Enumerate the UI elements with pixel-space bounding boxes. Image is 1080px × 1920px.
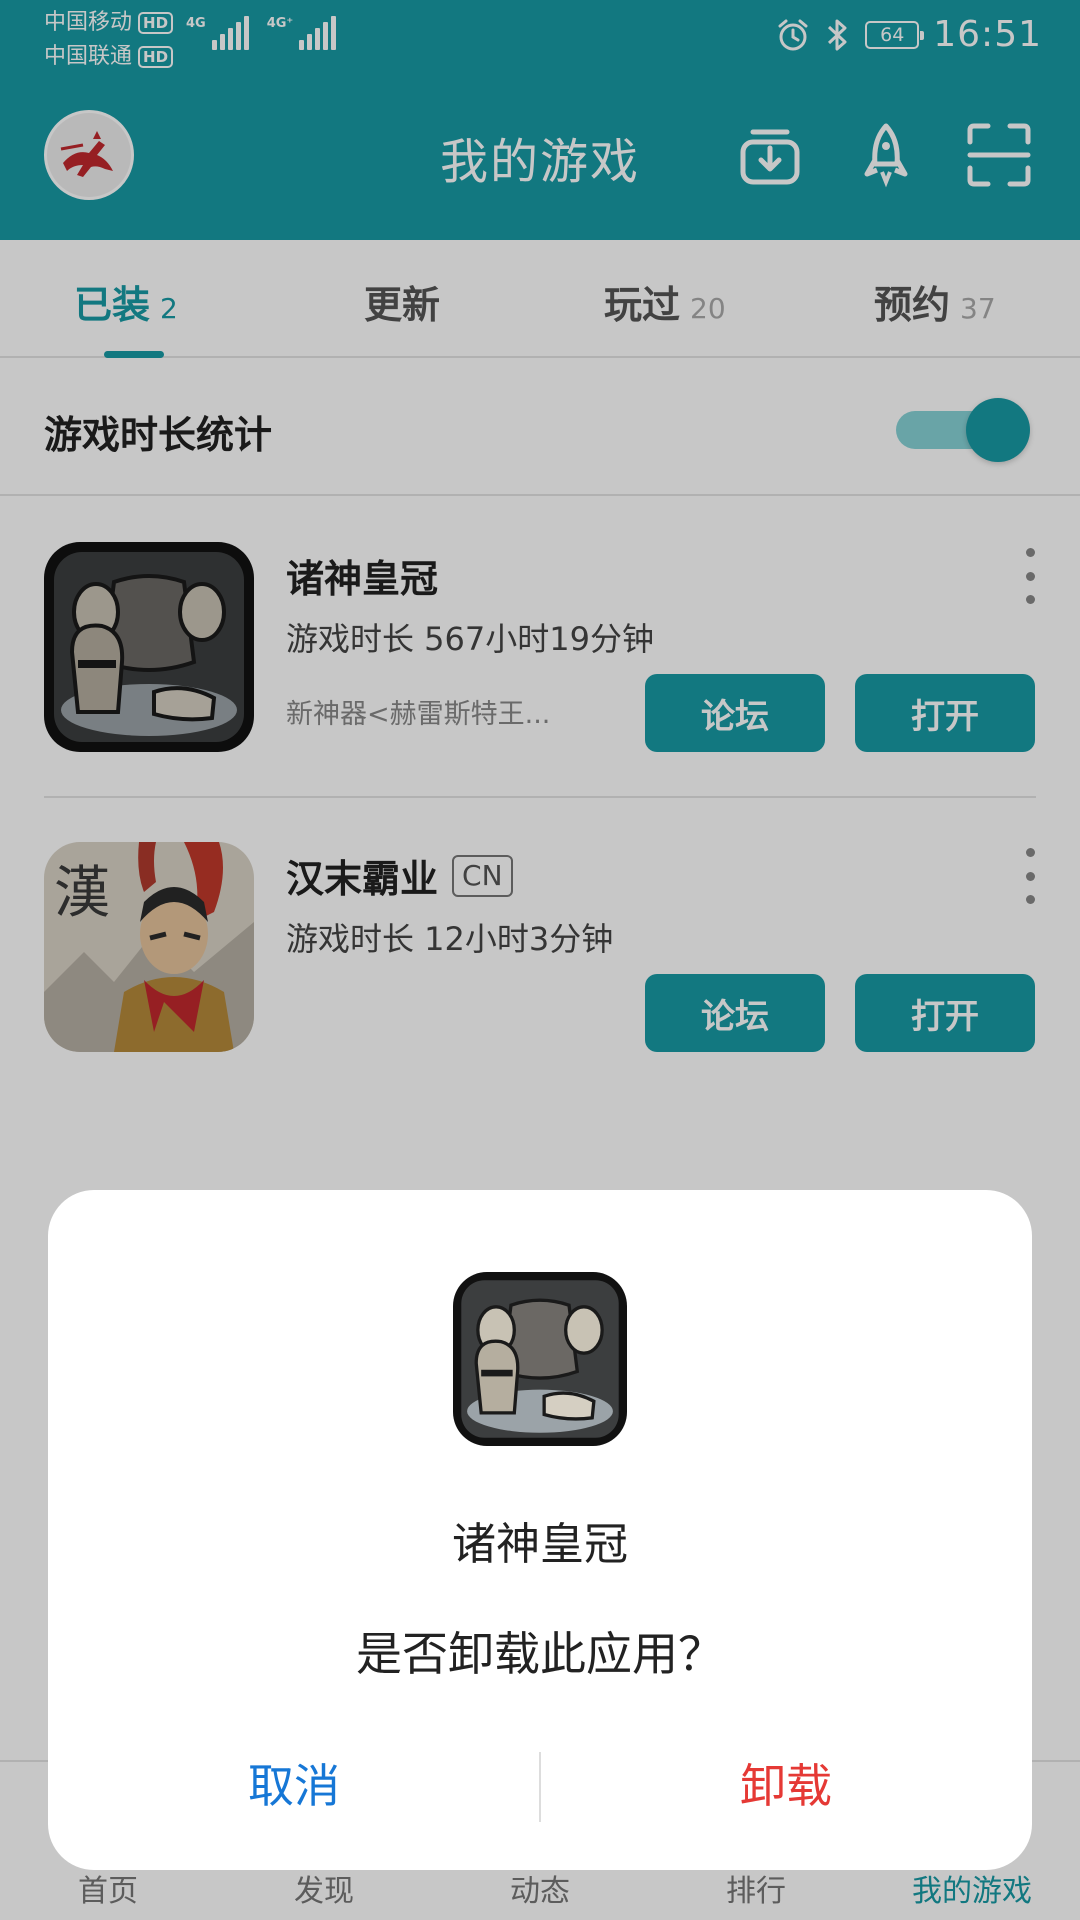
cancel-button[interactable]: 取消 bbox=[48, 1746, 540, 1826]
armor-icon bbox=[453, 1272, 627, 1446]
uninstall-dialog: 诸神皇冠 是否卸载此应用？ 取消 卸载 bbox=[48, 1190, 1032, 1870]
uninstall-button[interactable]: 卸载 bbox=[540, 1746, 1032, 1826]
dialog-app-name: 诸神皇冠 bbox=[452, 1519, 628, 1570]
screen: 中国移动 HD 中国联通 HD 4G 4G⁺ 64 16:51 我的游戏 已装 … bbox=[0, 0, 1080, 1920]
dialog-app-icon bbox=[453, 1272, 627, 1446]
dialog-message: 是否卸载此应用？ bbox=[356, 1627, 724, 1681]
